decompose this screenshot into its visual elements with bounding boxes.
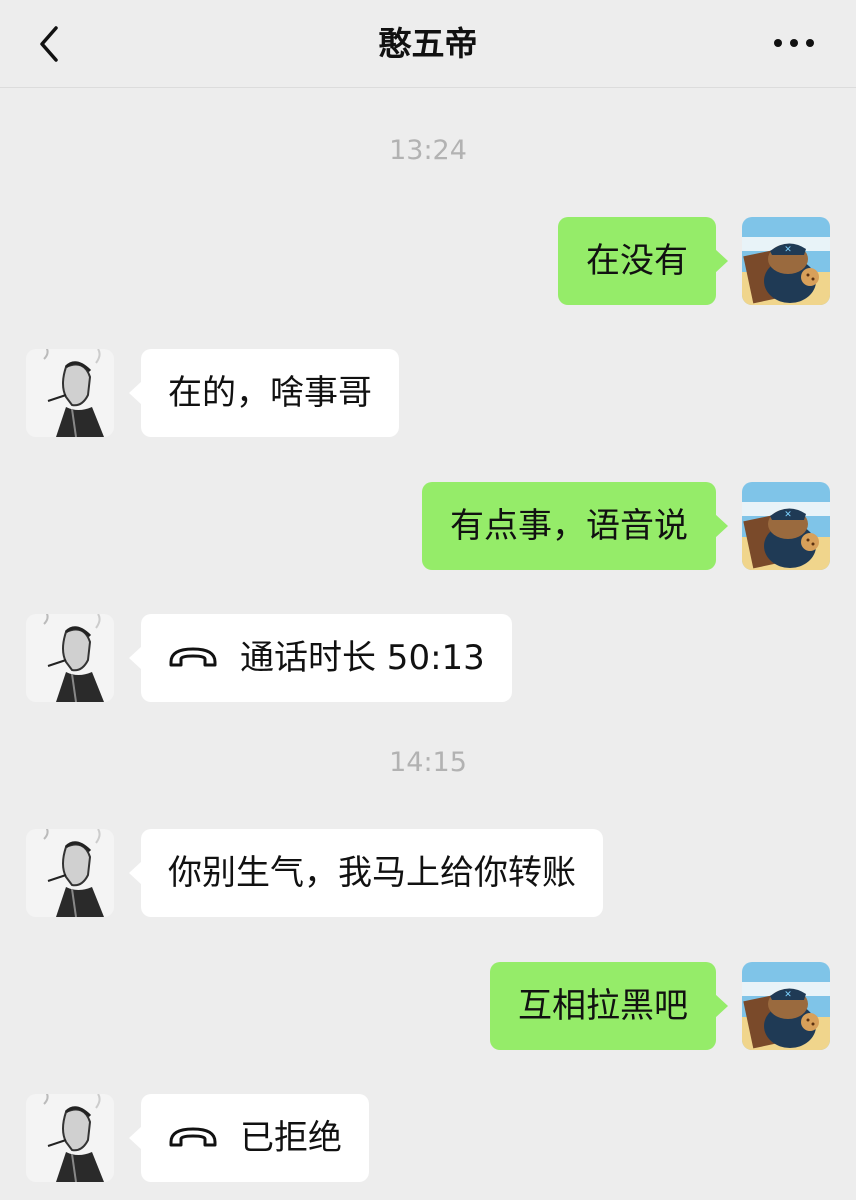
svg-text:✕: ✕ [784, 245, 792, 255]
call-status-text: 已拒绝 [240, 1118, 342, 1158]
chat-header: 憨五帝 [0, 0, 856, 88]
phone-hangup-icon [169, 647, 217, 666]
incoming-message-bubble[interactable]: 在的，啥事哥 [129, 349, 399, 437]
call-status-text: 通话时长 50:13 [240, 638, 485, 678]
message-text: 互相拉黑吧 [518, 986, 688, 1026]
message-timestamp: 13:24 [389, 135, 467, 166]
my-avatar[interactable]: ✕ [742, 217, 830, 305]
message-text: 有点事，语音说 [450, 506, 688, 546]
contact-avatar[interactable] [26, 829, 114, 917]
message-text: 在没有 [586, 241, 688, 281]
contact-avatar[interactable] [26, 349, 114, 437]
my-avatar[interactable]: ✕ [742, 482, 830, 570]
message-text: 在的，啥事哥 [168, 373, 372, 413]
contact-avatar[interactable] [26, 1094, 114, 1182]
message-text: 你别生气，我马上给你转账 [168, 853, 576, 893]
message-timestamp: 14:15 [389, 747, 467, 778]
incoming-call-bubble[interactable]: 通话时长 50:13 [129, 614, 512, 702]
incoming-message-bubble[interactable]: 你别生气，我马上给你转账 [129, 829, 603, 917]
contact-avatar[interactable] [26, 614, 114, 702]
chat-title: 憨五帝 [378, 24, 478, 63]
outgoing-message-bubble[interactable]: 在没有 [558, 217, 728, 305]
svg-text:✕: ✕ [784, 990, 792, 1000]
outgoing-message-bubble[interactable]: 有点事，语音说 [422, 482, 728, 570]
incoming-call-bubble[interactable]: 已拒绝 [129, 1094, 369, 1182]
outgoing-message-bubble[interactable]: 互相拉黑吧 [490, 962, 728, 1050]
more-options-button[interactable] [772, 28, 816, 58]
more-dots-icon [774, 39, 814, 47]
svg-text:✕: ✕ [784, 510, 792, 520]
phone-hangup-icon [169, 1127, 217, 1146]
my-avatar[interactable]: ✕ [742, 962, 830, 1050]
